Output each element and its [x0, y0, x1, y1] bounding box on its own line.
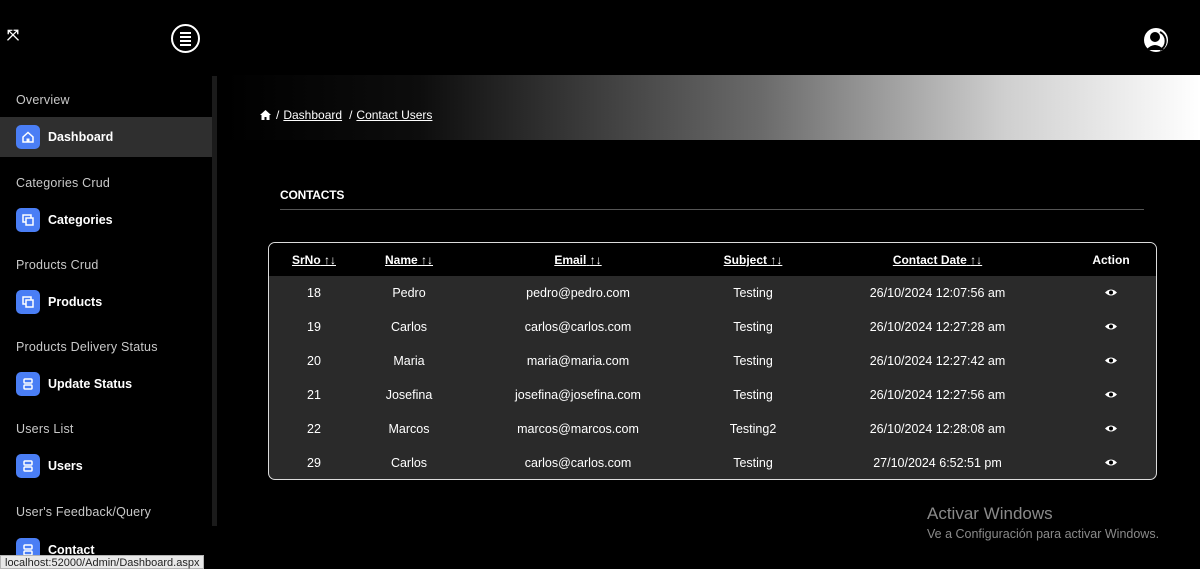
- cell-srno: 18: [307, 286, 321, 300]
- breadcrumb-dashboard-link[interactable]: Dashboard: [283, 108, 342, 122]
- cell-action: [1066, 422, 1156, 436]
- eye-icon[interactable]: [1104, 322, 1118, 331]
- cell-srno: 29: [307, 456, 321, 470]
- eye-icon[interactable]: [1104, 458, 1118, 467]
- divider: [280, 209, 1144, 210]
- sidebar-item-label: Products: [48, 295, 103, 309]
- cell-contact-date: 26/10/2024 12:28:08 am: [869, 422, 1006, 436]
- cell-name: Carlos: [390, 456, 428, 470]
- table-row: 19 Carlos carlos@carlos.com Testing 26/1…: [269, 310, 1156, 344]
- cell-name: Marcos: [388, 422, 430, 436]
- breadcrumb: / Dashboard / Contact Users: [259, 108, 432, 122]
- sidebar-item-label: Update Status: [48, 377, 133, 391]
- sidebar-section-delivery: Products Delivery Status: [16, 340, 158, 354]
- cell-action: [1066, 286, 1156, 300]
- cell-name: Carlos: [390, 320, 428, 334]
- sidebar-section-products: Products Crud: [16, 258, 99, 272]
- eye-icon[interactable]: [1104, 390, 1118, 399]
- cell-contact-date: 27/10/2024 6:52:51 pm: [873, 456, 1002, 470]
- cell-contact-date: 26/10/2024 12:27:56 am: [869, 388, 1006, 402]
- cell-contact-date: 26/10/2024 12:27:42 am: [869, 354, 1006, 368]
- cell-action: [1066, 320, 1156, 334]
- cell-subject: Testing: [733, 456, 773, 470]
- cell-subject: Testing: [733, 320, 773, 334]
- table-row: 29 Carlos carlos@carlos.com Testing 27/1…: [269, 446, 1156, 479]
- server-icon: [16, 454, 40, 478]
- expand-icon[interactable]: ⤧: [7, 28, 21, 43]
- sidebar-item-users[interactable]: Users: [0, 446, 217, 486]
- cell-name: Josefina: [385, 388, 433, 402]
- user-avatar-icon[interactable]: [1142, 26, 1170, 54]
- sidebar-section-feedback: User's Feedback/Query: [16, 505, 152, 519]
- sidebar-item-update-status[interactable]: Update Status: [0, 364, 217, 404]
- cell-subject: Testing2: [729, 422, 777, 436]
- sidebar-item-products[interactable]: Products: [0, 282, 217, 322]
- cell-contact-date: 26/10/2024 12:07:56 am: [869, 286, 1006, 300]
- contacts-table: SrNo ↑↓ Name ↑↓ Email ↑↓ Subject ↑↓ Cont…: [268, 242, 1157, 480]
- server-icon: [16, 372, 40, 396]
- table-row: 18 Pedro pedro@pedro.com Testing 26/10/2…: [269, 276, 1156, 310]
- menu-toggle-button[interactable]: [171, 24, 200, 53]
- cell-email: carlos@carlos.com: [524, 320, 632, 334]
- cell-name: Maria: [393, 354, 425, 368]
- cell-action: [1066, 354, 1156, 368]
- table-header-row: SrNo ↑↓ Name ↑↓ Email ↑↓ Subject ↑↓ Cont…: [269, 243, 1156, 276]
- cell-srno: 22: [307, 422, 321, 436]
- breadcrumb-separator: /: [276, 108, 280, 122]
- sidebar: Overview Dashboard Categories Crud Categ…: [0, 76, 217, 569]
- cell-email: marcos@marcos.com: [517, 422, 639, 436]
- cell-email: pedro@pedro.com: [526, 286, 630, 300]
- cell-subject: Testing: [733, 286, 773, 300]
- eye-icon[interactable]: [1104, 424, 1118, 433]
- sidebar-scrollbar[interactable]: [212, 76, 217, 526]
- sidebar-item-categories[interactable]: Categories: [0, 200, 217, 240]
- home-icon: [16, 125, 40, 149]
- column-header-action: Action: [1092, 252, 1130, 267]
- copy-icon: [16, 290, 40, 314]
- watermark-subtitle: Ve a Configuración para activar Windows.: [927, 527, 1160, 541]
- table-row: 22 Marcos marcos@marcos.com Testing2 26/…: [269, 412, 1156, 446]
- cell-email: josefina@josefina.com: [515, 388, 641, 402]
- cell-action: [1066, 388, 1156, 402]
- watermark-title: Activar Windows: [927, 504, 1053, 523]
- sidebar-item-label: Dashboard: [48, 130, 114, 144]
- table-row: 20 Maria maria@maria.com Testing 26/10/2…: [269, 344, 1156, 378]
- cell-email: carlos@carlos.com: [524, 456, 632, 470]
- hamburger-icon: [180, 30, 191, 48]
- column-header-contact-date[interactable]: Contact Date ↑↓: [809, 253, 1066, 267]
- column-header-name[interactable]: Name ↑↓: [359, 253, 459, 267]
- cell-srno: 19: [307, 320, 321, 334]
- sidebar-section-users: Users List: [16, 422, 74, 436]
- sidebar-item-label: Categories: [48, 213, 113, 227]
- cell-contact-date: 26/10/2024 12:27:28 am: [869, 320, 1006, 334]
- contacts-heading: CONTACTS: [280, 188, 345, 202]
- cell-srno: 20: [307, 354, 321, 368]
- column-header-srno[interactable]: SrNo ↑↓: [269, 253, 359, 267]
- windows-activation-watermark: Activar Windows Ve a Configuración para …: [927, 504, 1159, 541]
- home-icon[interactable]: [259, 109, 272, 121]
- top-bar: ⤧: [0, 0, 1200, 76]
- column-header-email[interactable]: Email ↑↓: [459, 253, 697, 267]
- sidebar-section-categories: Categories Crud: [16, 176, 111, 190]
- breadcrumb-separator: /: [349, 108, 353, 122]
- cell-name: Pedro: [392, 286, 426, 300]
- sidebar-section-overview: Overview: [16, 93, 70, 107]
- cell-email: maria@maria.com: [526, 354, 630, 368]
- cell-action: [1066, 456, 1156, 470]
- sidebar-item-dashboard[interactable]: Dashboard: [0, 117, 217, 157]
- column-header-subject[interactable]: Subject ↑↓: [697, 253, 809, 267]
- copy-icon: [16, 208, 40, 232]
- cell-subject: Testing: [733, 388, 773, 402]
- table-row: 21 Josefina josefina@josefina.com Testin…: [269, 378, 1156, 412]
- cell-subject: Testing: [733, 354, 773, 368]
- eye-icon[interactable]: [1104, 356, 1118, 365]
- sidebar-item-label: Users: [48, 459, 83, 473]
- eye-icon[interactable]: [1104, 288, 1118, 297]
- breadcrumb-contact-users-link[interactable]: Contact Users: [356, 108, 432, 122]
- status-bar-url: localhost:52000/Admin/Dashboard.aspx: [0, 555, 205, 569]
- cell-srno: 21: [307, 388, 321, 402]
